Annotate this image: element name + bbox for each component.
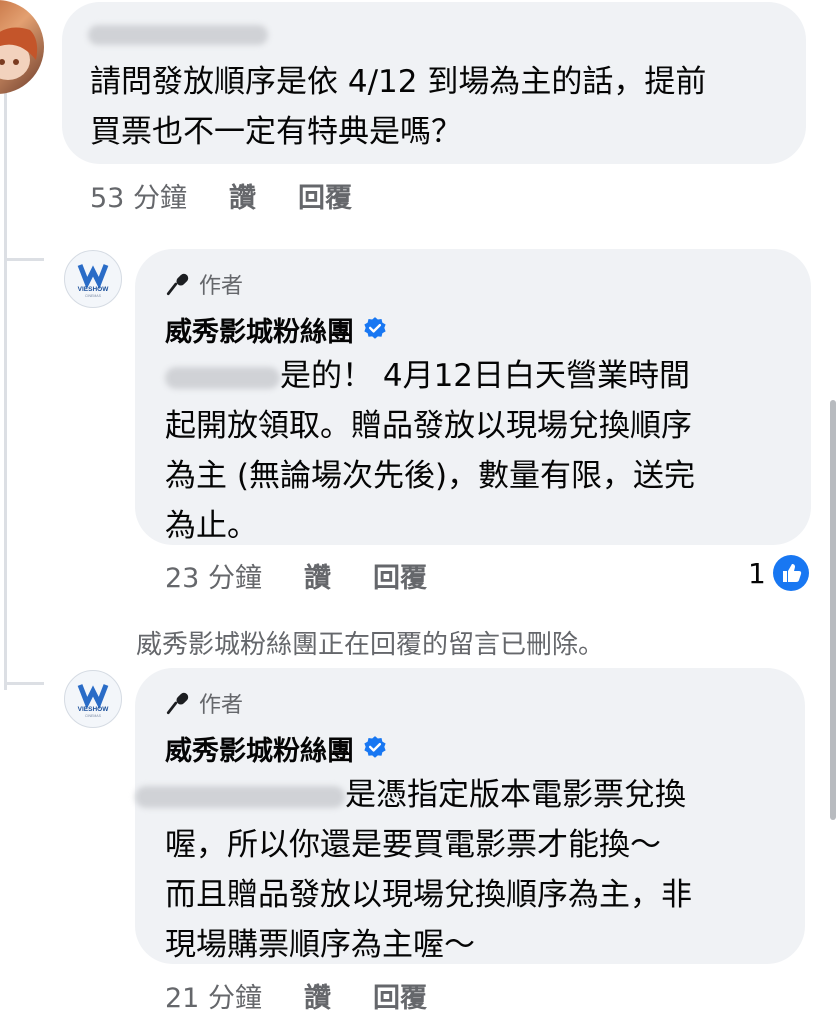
- reply-bubble[interactable]: 作者 威秀影城粉絲團 是的！ 4月12日白天營業時間 起開放領取。贈品發放以現場…: [135, 249, 811, 545]
- redacted-mention: [165, 366, 280, 389]
- verified-badge-icon: [364, 736, 386, 758]
- verified-badge-icon: [364, 317, 386, 339]
- reply-meta: 21 分鐘 讚 回覆: [165, 976, 469, 1015]
- svg-text:VIESHOW: VIESHOW: [78, 286, 110, 293]
- svg-text:VIESHOW: VIESHOW: [78, 706, 110, 713]
- reply-text-line: 而且贈品發放以現場兌換順序為主，非: [165, 877, 692, 913]
- reaction-count: 1: [748, 556, 766, 590]
- comment-text-line: 請問發放順序是依 4/12 到場為主的話，提前: [90, 64, 707, 100]
- like-reaction-icon: [772, 555, 809, 591]
- reaction-summary[interactable]: 1: [748, 554, 810, 592]
- reply-meta: 23 分鐘 讚 回覆: [165, 556, 469, 595]
- page-name-link[interactable]: 威秀影城粉絲團: [165, 729, 354, 768]
- author-label: 作者: [199, 274, 244, 299]
- microphone-icon: [166, 273, 189, 296]
- comment-meta: 53 分鐘 讚 回覆: [90, 176, 394, 215]
- vieshow-logo-icon: VIESHOW CINEMAS: [78, 264, 110, 298]
- page-avatar[interactable]: VIESHOW CINEMAS: [64, 670, 122, 728]
- page-name-link[interactable]: 威秀影城粉絲團: [165, 310, 354, 349]
- like-button[interactable]: 讚: [229, 176, 256, 215]
- reply-button[interactable]: 回覆: [298, 176, 352, 215]
- reply-timestamp[interactable]: 21 分鐘: [165, 976, 262, 1015]
- page-name: 威秀影城粉絲團: [165, 307, 785, 351]
- like-button[interactable]: 讚: [304, 556, 331, 595]
- thread-line: [4, 90, 7, 690]
- reply-button[interactable]: 回覆: [373, 976, 427, 1015]
- vieshow-logo-icon: VIESHOW CINEMAS: [78, 684, 110, 718]
- comment-bubble[interactable]: 請問發放順序是依 4/12 到場為主的話，提前 買票也不一定有特典是嗎？: [62, 2, 806, 164]
- reply-text-segment: 是憑指定版本電影票兌換: [345, 777, 686, 813]
- reply-text-line: 是憑指定版本電影票兌換: [135, 770, 785, 820]
- reply-text-line: 為主 (無論場次先後)，數量有限，送完: [165, 458, 696, 494]
- reply-text-line: 為止。: [165, 508, 258, 544]
- reply-text-line: 現場購票順序為主喔～: [165, 927, 475, 963]
- reply-text-segment: 是的！ 4月12日白天營業時間: [280, 358, 691, 394]
- thread-connector: [4, 682, 44, 685]
- comment-text-line: 買票也不一定有特典是嗎？: [90, 114, 462, 150]
- page-name: 威秀影城粉絲團: [165, 726, 785, 770]
- reply-text-line: 是的！ 4月12日白天營業時間: [165, 351, 785, 401]
- author-label: 作者: [199, 693, 244, 718]
- svg-text:CINEMAS: CINEMAS: [85, 294, 102, 298]
- reply-timestamp[interactable]: 23 分鐘: [165, 556, 262, 595]
- avatar-illustration-icon: [0, 27, 38, 80]
- deleted-comment-notice: 威秀影城粉絲團正在回覆的留言已刪除。: [136, 630, 605, 660]
- reply-button[interactable]: 回覆: [373, 556, 427, 595]
- reply-bubble[interactable]: 作者 威秀影城粉絲團 是憑指定版本電影票兌換 喔，所以你還是要買電影票才能換～ …: [135, 668, 805, 964]
- like-button[interactable]: 讚: [304, 976, 331, 1015]
- thread-connector: [4, 258, 44, 261]
- svg-text:CINEMAS: CINEMAS: [85, 714, 102, 718]
- author-badge: 作者: [165, 688, 785, 718]
- page-avatar[interactable]: VIESHOW CINEMAS: [64, 250, 122, 308]
- redacted-username: [88, 24, 268, 45]
- redacted-mention: [135, 785, 345, 808]
- reply-text-line: 喔，所以你還是要買電影票才能換～: [165, 827, 661, 863]
- reply-text-line: 起開放領取。贈品發放以現場兌換順序: [165, 408, 692, 444]
- scrollbar[interactable]: [830, 400, 836, 820]
- user-avatar[interactable]: [0, 0, 44, 94]
- comment-timestamp[interactable]: 53 分鐘: [90, 176, 187, 215]
- microphone-icon: [166, 692, 189, 715]
- author-badge: 作者: [165, 269, 785, 299]
